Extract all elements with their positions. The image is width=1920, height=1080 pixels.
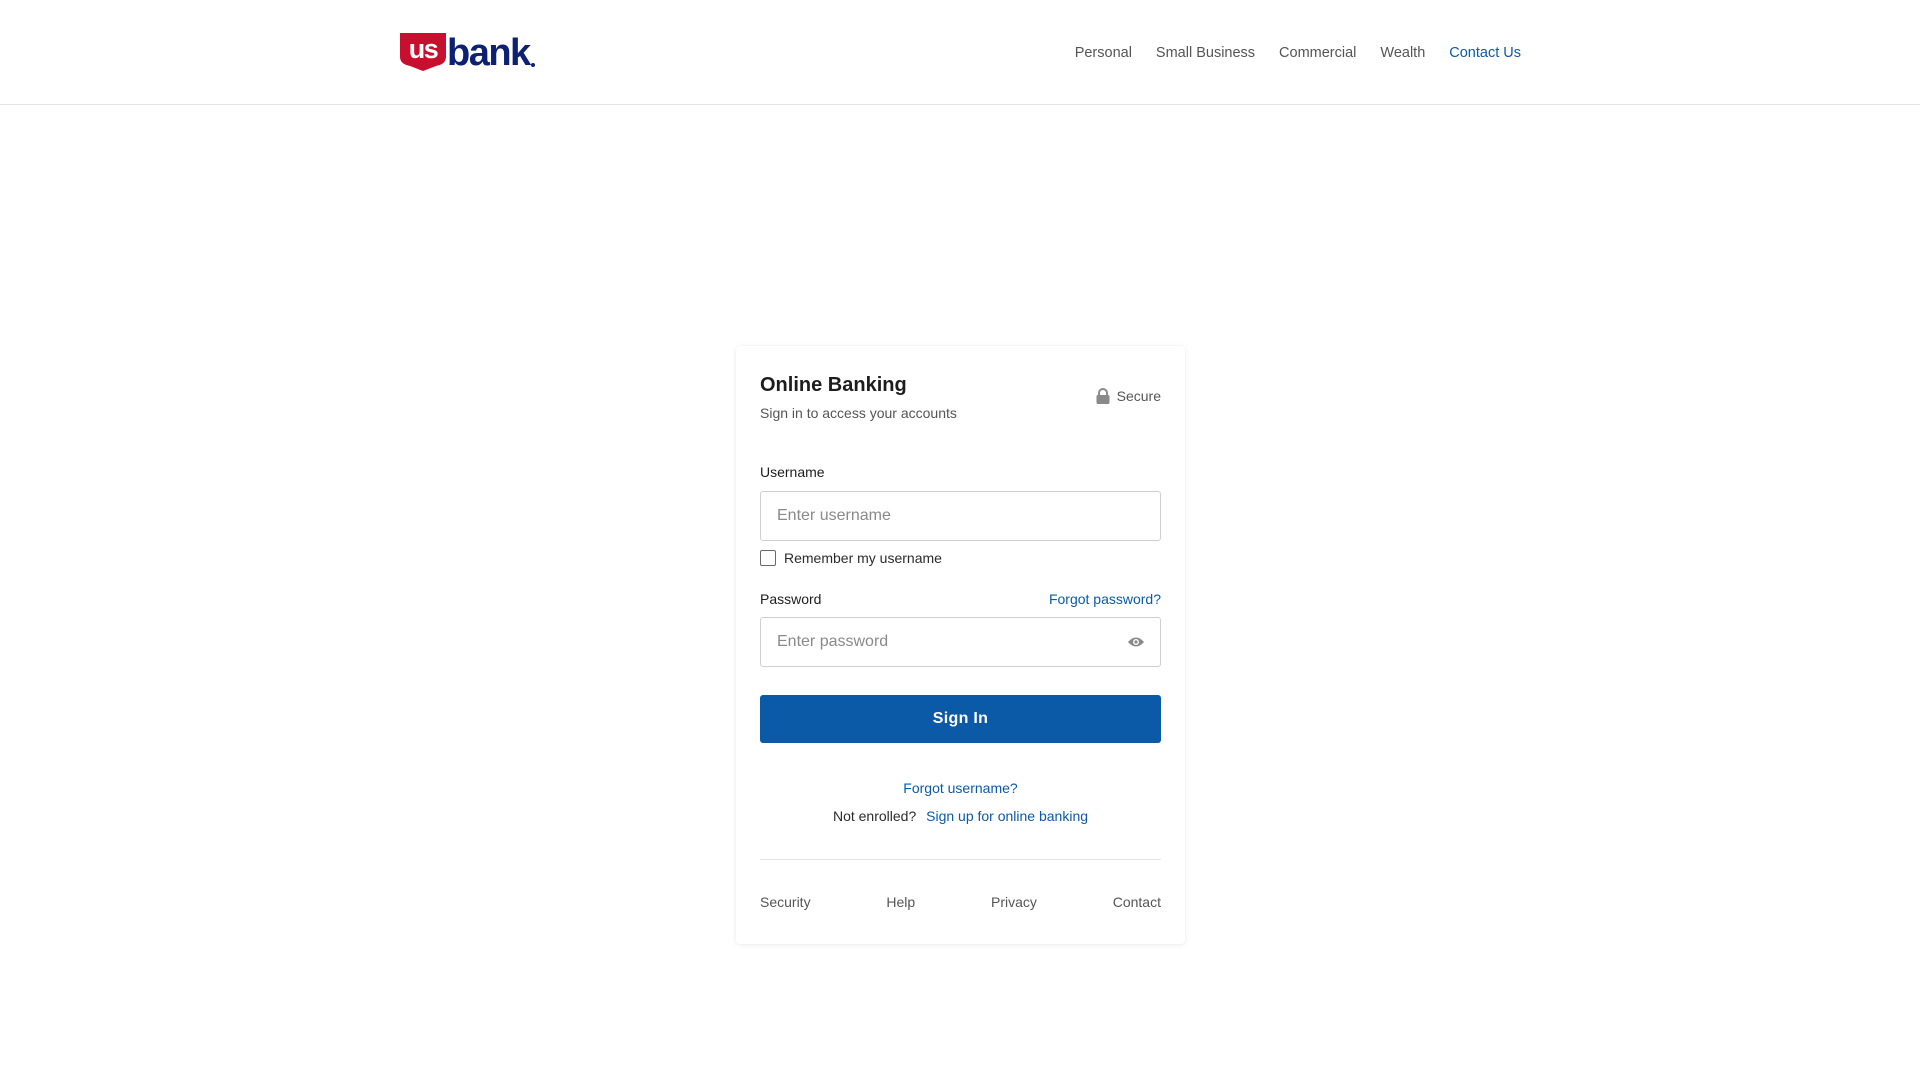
nav-item-small-business[interactable]: Small Business — [1156, 44, 1255, 62]
usbank-shield-logo: us — [400, 33, 446, 71]
sign-in-button[interactable]: Sign In — [760, 695, 1161, 743]
remember-username-label[interactable]: Remember my username — [784, 550, 942, 566]
main-nav: Personal Small Business Commercial Wealt… — [1051, 44, 1521, 62]
remember-username-row[interactable]: Remember my username — [760, 550, 942, 566]
card-footer-links: Security Help Privacy Contact — [760, 894, 1161, 910]
eye-icon[interactable] — [1127, 617, 1145, 667]
forgot-password-link[interactable]: Forgot password? — [1049, 591, 1161, 607]
site-header: us bank Personal Small Business Commerci… — [0, 0, 1920, 105]
nav-item-personal[interactable]: Personal — [1075, 44, 1132, 62]
lock-icon — [1096, 388, 1110, 404]
secure-label: Secure — [1116, 388, 1161, 404]
login-title: Online Banking — [760, 374, 907, 396]
secure-indicator: Secure — [1096, 388, 1161, 404]
footer-link-security[interactable]: Security — [760, 894, 811, 910]
nav-item-commercial[interactable]: Commercial — [1279, 44, 1356, 62]
password-input[interactable] — [760, 617, 1161, 667]
logo-word: bank — [447, 32, 531, 74]
usbank-logo[interactable]: us bank — [400, 31, 535, 74]
forgot-username-link[interactable]: Forgot username? — [903, 780, 1017, 796]
logo-dot — [530, 63, 535, 67]
forgot-username-row: Forgot username? — [760, 780, 1161, 796]
nav-item-contact-us[interactable]: Contact Us — [1449, 44, 1521, 62]
password-label: Password — [760, 591, 822, 607]
not-enrolled-text: Not enrolled? — [832, 808, 917, 824]
footer-link-privacy[interactable]: Privacy — [991, 894, 1037, 910]
footer-link-help[interactable]: Help — [886, 894, 915, 910]
login-subtitle: Sign in to access your accounts — [760, 405, 957, 421]
nav-item-wealth[interactable]: Wealth — [1380, 44, 1425, 62]
login-card: Online Banking Sign in to access your ac… — [736, 346, 1185, 944]
remember-username-checkbox[interactable] — [760, 550, 776, 566]
logo-letters: us — [409, 34, 438, 64]
enroll-row: Not enrolled? Sign up for online banking — [760, 808, 1161, 824]
username-input[interactable] — [760, 491, 1161, 541]
card-divider — [760, 859, 1161, 860]
sign-up-link[interactable]: Sign up for online banking — [926, 808, 1088, 824]
footer-link-contact[interactable]: Contact — [1113, 894, 1161, 910]
username-label: Username — [760, 464, 825, 480]
